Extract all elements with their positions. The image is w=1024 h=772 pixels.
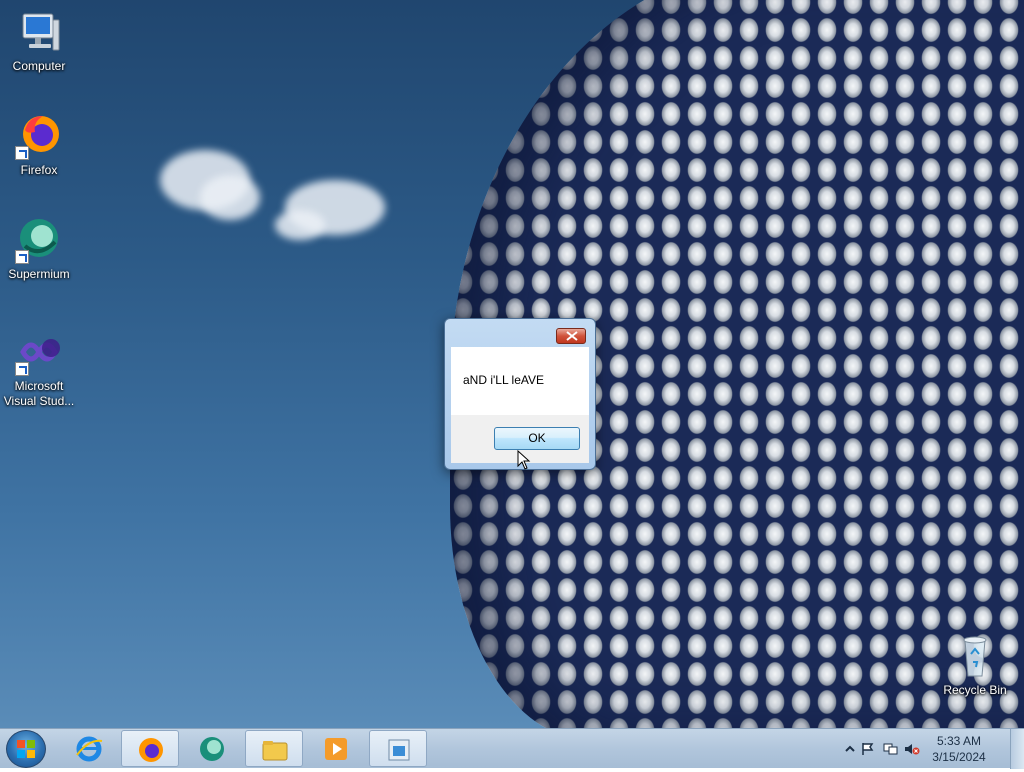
clock-time[interactable]: 5:33 AM xyxy=(924,734,994,748)
start-button[interactable] xyxy=(6,730,46,768)
show-hidden-icons-icon[interactable] xyxy=(842,742,858,756)
internet-explorer-icon xyxy=(76,736,103,762)
desktop-icon-firefox[interactable]: Firefox xyxy=(1,112,77,178)
volume-muted-icon[interactable] xyxy=(904,742,920,756)
supermium-icon xyxy=(15,216,63,264)
media-player-icon xyxy=(325,738,347,760)
desktop-icon-visual-studio[interactable]: Microsoft Visual Stud... xyxy=(1,328,77,409)
desktop-icon-label: Computer xyxy=(12,59,66,73)
taskbar-file-explorer[interactable] xyxy=(245,730,303,767)
firefox-icon xyxy=(139,738,163,762)
recycle-bin-icon xyxy=(951,632,999,680)
system-tray: 5:33 AM 3/15/2024 xyxy=(834,729,1024,769)
installer-app-icon xyxy=(388,739,410,761)
taskbar-internet-explorer[interactable] xyxy=(60,730,118,767)
mouse-cursor-icon xyxy=(517,450,531,470)
taskbar-firefox[interactable] xyxy=(121,730,179,767)
desktop-icon-label: Recycle Bin xyxy=(943,683,1007,697)
computer-icon xyxy=(15,8,63,56)
taskbar-media-player[interactable] xyxy=(307,730,365,767)
close-button[interactable] xyxy=(556,328,586,344)
clock-date[interactable]: 3/15/2024 xyxy=(924,750,994,764)
visual-studio-icon xyxy=(15,328,63,376)
ok-button[interactable]: OK xyxy=(494,427,580,450)
file-explorer-icon xyxy=(262,741,288,761)
taskbar: 5:33 AM 3/15/2024 xyxy=(0,728,1024,769)
taskbar-supermium[interactable] xyxy=(183,730,241,767)
taskbar-installer-app[interactable] xyxy=(369,730,427,767)
shortcut-arrow-icon xyxy=(15,250,29,264)
show-desktop-button[interactable] xyxy=(1010,729,1024,769)
network-icon[interactable] xyxy=(882,742,898,756)
windows-start-icon xyxy=(17,740,35,758)
action-center-flag-icon[interactable] xyxy=(860,742,876,756)
desktop-icon-computer[interactable]: Computer xyxy=(1,8,77,74)
desktop-icon-recycle-bin[interactable]: Recycle Bin xyxy=(937,632,1013,698)
firefox-icon xyxy=(15,112,63,160)
supermium-icon xyxy=(200,737,224,761)
desktop-icon-supermium[interactable]: Supermium xyxy=(1,216,77,282)
desktop-icon-label: Firefox xyxy=(20,163,58,177)
desktop-icon-label: Supermium xyxy=(8,267,70,281)
cloud xyxy=(200,175,260,220)
cloud xyxy=(275,210,325,240)
close-icon xyxy=(566,331,578,341)
shortcut-arrow-icon xyxy=(15,362,29,376)
desktop: Computer Firefox Supermium Microsoft Vis… xyxy=(0,0,1024,728)
desktop-icon-label: Microsoft Visual Stud... xyxy=(3,379,75,408)
shortcut-arrow-icon xyxy=(15,146,29,160)
dialog-message: aND i'LL leAVE xyxy=(463,373,544,387)
